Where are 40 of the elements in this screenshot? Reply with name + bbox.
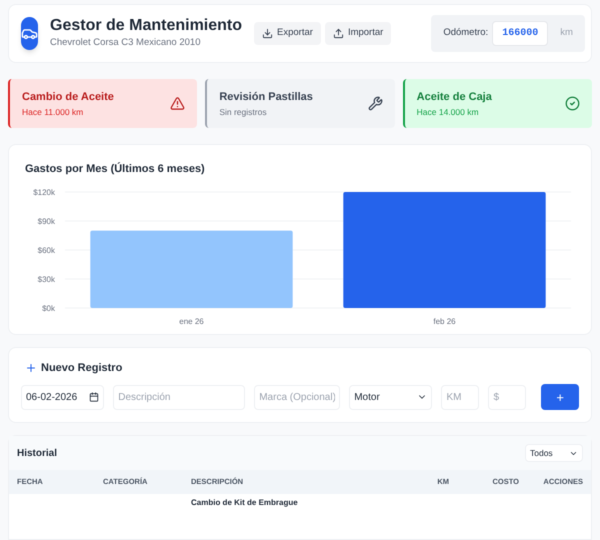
axis-tick-label: $60k — [38, 246, 55, 255]
axis-tick-label: $90k — [38, 216, 55, 226]
add-button[interactable]: + — [541, 384, 580, 410]
history-title: Historial — [17, 446, 58, 461]
alert-detail: Sin registros — [219, 106, 268, 118]
axis-category-label: ene 26 — [179, 316, 204, 326]
cost-input[interactable]: $ — [488, 384, 526, 410]
download-icon — [262, 28, 274, 39]
km-input[interactable]: KM — [441, 384, 480, 410]
alert-detail: Hace 11.000 km — [22, 106, 84, 118]
check-circle-icon — [564, 96, 580, 112]
axis-tick-label: $0k — [42, 304, 55, 313]
car-icon — [21, 17, 38, 50]
alert-title: Aceite de Caja — [416, 90, 493, 105]
axis-category-label: feb 26 — [433, 316, 456, 326]
export-button[interactable]: Exportar — [254, 22, 321, 45]
alert-title: Cambio de Aceite — [22, 90, 115, 105]
date-input[interactable]: 06-02-2026 — [21, 384, 104, 410]
upload-icon — [332, 28, 344, 39]
category-select[interactable]: Motor — [349, 384, 432, 410]
vehicle-subtitle: Chevrolet Corsa C3 Mexicano 2010 — [50, 36, 202, 50]
import-button[interactable]: Importar — [324, 22, 392, 45]
app-title: Gestor de Mantenimiento — [50, 16, 242, 36]
odometer-input[interactable]: 166000 — [492, 21, 548, 46]
odometer-label: Odómetro: — [443, 26, 488, 40]
plus-icon — [25, 362, 37, 374]
axis-tick-label: $30k — [38, 274, 55, 284]
chart-title: Gastos por Mes (Últimos 6 meses) — [25, 161, 206, 178]
warning-icon — [170, 96, 186, 112]
wrench-icon — [368, 96, 383, 112]
filter-select[interactable]: Todos — [525, 444, 583, 462]
axis-tick-label: $120k — [33, 188, 55, 197]
odometer-unit: km — [560, 26, 573, 40]
form-title: Nuevo Registro — [41, 360, 122, 376]
alert-detail: Hace 14.000 km — [416, 106, 480, 118]
alert-title: Revisión Pastillas — [219, 90, 314, 105]
description-input[interactable]: Descripción — [113, 384, 246, 410]
calendar-icon — [89, 392, 100, 402]
table-cell-text: Cambio de Kit de Embrague — [191, 496, 299, 508]
brand-input[interactable]: Marca (Opcional) — [254, 384, 340, 410]
